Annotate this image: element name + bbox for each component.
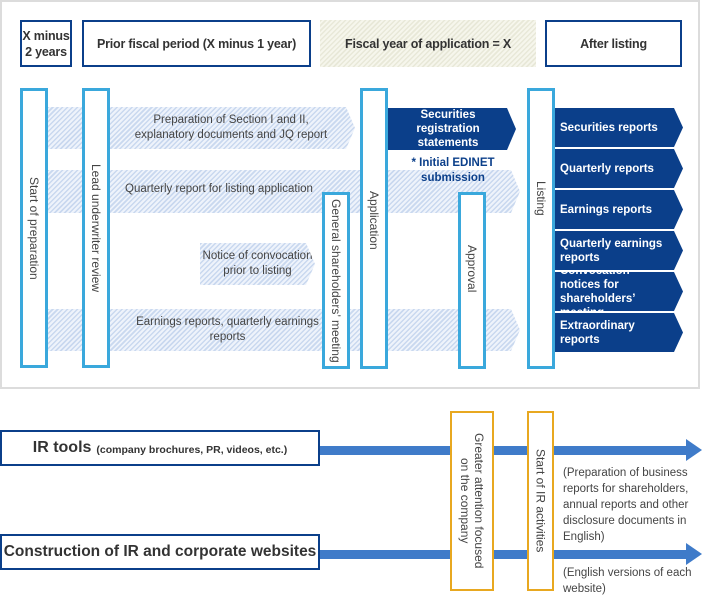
note-label: submission: [421, 172, 485, 184]
report-label: Quarterly earnings: [560, 237, 663, 250]
milestone-listing: Listing: [527, 88, 555, 369]
report-extraordinary: Extraordinary reports: [555, 313, 683, 352]
milestone-application: Application: [360, 88, 388, 369]
period-label: Fiscal year of application = X: [345, 36, 511, 51]
ir-tools-title: IR tools: [32, 439, 92, 456]
note-line: disclosure documents in: [563, 515, 687, 527]
edinet-note: * Initial EDINET submission: [388, 156, 518, 186]
period-prior-fiscal: Prior fiscal period (X minus 1 year): [82, 20, 311, 67]
task-label: Preparation of Section I and II,: [153, 114, 309, 126]
ir-tools-subtitle: (company brochures, PR, videos, etc.): [96, 443, 288, 456]
report-label: statements: [417, 137, 479, 149]
report-label: reports: [560, 251, 600, 264]
after-listing-reports: Securities reports Quarterly reports Ear…: [555, 108, 683, 352]
note-line: (Preparation of business: [563, 467, 688, 479]
note-line: (English versions of each: [563, 567, 692, 579]
milestone-label: Approval: [465, 245, 479, 293]
task-label: Quarterly report for listing application: [125, 183, 313, 195]
task-label: Earnings reports, quarterly earnings: [136, 316, 319, 328]
milestone-label: Listing: [534, 181, 548, 216]
ir-tools-timeline: [318, 446, 686, 455]
ir-websites-note: (English versions of each website): [563, 565, 691, 597]
note-line: English): [563, 531, 605, 543]
start-ir-activities-box: Start of IR activities: [527, 411, 554, 591]
greater-attention-box: Greater attention focused on the company: [450, 411, 494, 591]
milestone-lead-underwriter-review: Lead underwriter review: [82, 88, 110, 368]
task-notice-convocation: Notice of convocation prior to listing: [200, 243, 315, 285]
task-earnings: Earnings reports, quarterly earnings rep…: [47, 309, 520, 351]
period-label: After listing: [580, 36, 647, 51]
task-label: Notice of convocation: [202, 250, 313, 262]
period-application-year: Fiscal year of application = X: [320, 20, 536, 67]
period-x-minus-2: X minus 2 years: [20, 20, 72, 67]
ir-websites-box: Construction of IR and corporate website…: [0, 534, 320, 570]
task-label: explanatory documents and JQ report: [134, 129, 328, 141]
report-label: Securities reports: [560, 121, 658, 134]
note-line: reports for shareholders,: [563, 483, 689, 495]
period-after-listing: After listing: [545, 20, 682, 67]
report-label: Securities registration: [416, 109, 480, 135]
report-label: Quarterly reports: [560, 162, 654, 175]
period-label: Prior fiscal period (X minus 1 year): [96, 36, 297, 51]
milestone-label: Application: [367, 191, 381, 250]
note-line: annual reports and other: [563, 499, 689, 511]
milestone-label: General shareholders’ meeting: [329, 198, 343, 363]
milestone-label: Start of preparation: [27, 176, 41, 280]
note-line: website): [563, 583, 606, 595]
milestone-start-of-preparation: Start of preparation: [20, 88, 48, 368]
note-label: * Initial EDINET: [411, 157, 495, 169]
ir-tools-box: IR tools (company brochures, PR, videos,…: [0, 430, 320, 466]
milestone-label: Lead underwriter review: [89, 163, 103, 293]
ir-websites-title: Construction of IR and corporate website…: [3, 543, 317, 560]
start-ir-label: Start of IR activities: [533, 449, 548, 553]
milestone-approval: Approval: [458, 192, 486, 369]
report-label: Earnings reports: [560, 203, 653, 216]
milestone-general-shareholders-meeting: General shareholders’ meeting: [322, 192, 350, 369]
period-label: X minus: [22, 28, 70, 43]
label-line: on the company: [458, 458, 472, 544]
greater-attention-label: Greater attention focused on the company: [458, 433, 486, 568]
report-quarterly-earnings: Quarterly earnings reports: [555, 231, 683, 270]
ir-websites-timeline: [318, 550, 686, 559]
report-securities: Securities reports: [555, 108, 683, 147]
task-label: prior to listing: [223, 265, 292, 277]
period-label: 2 years: [25, 44, 67, 59]
label-line: Greater attention focused: [472, 433, 486, 569]
arrow-right-icon: [686, 439, 702, 461]
report-convocation-notices: Convocation notices for shareholders’ me…: [555, 272, 683, 311]
task-label: reports: [209, 331, 246, 343]
securities-registration-statements: Securities registration statements: [388, 108, 516, 150]
arrow-right-icon: [686, 543, 702, 565]
report-earnings: Earnings reports: [555, 190, 683, 229]
report-quarterly: Quarterly reports: [555, 149, 683, 188]
ir-tools-note: (Preparation of business reports for sha…: [563, 465, 688, 545]
report-label: Extraordinary reports: [560, 319, 635, 346]
